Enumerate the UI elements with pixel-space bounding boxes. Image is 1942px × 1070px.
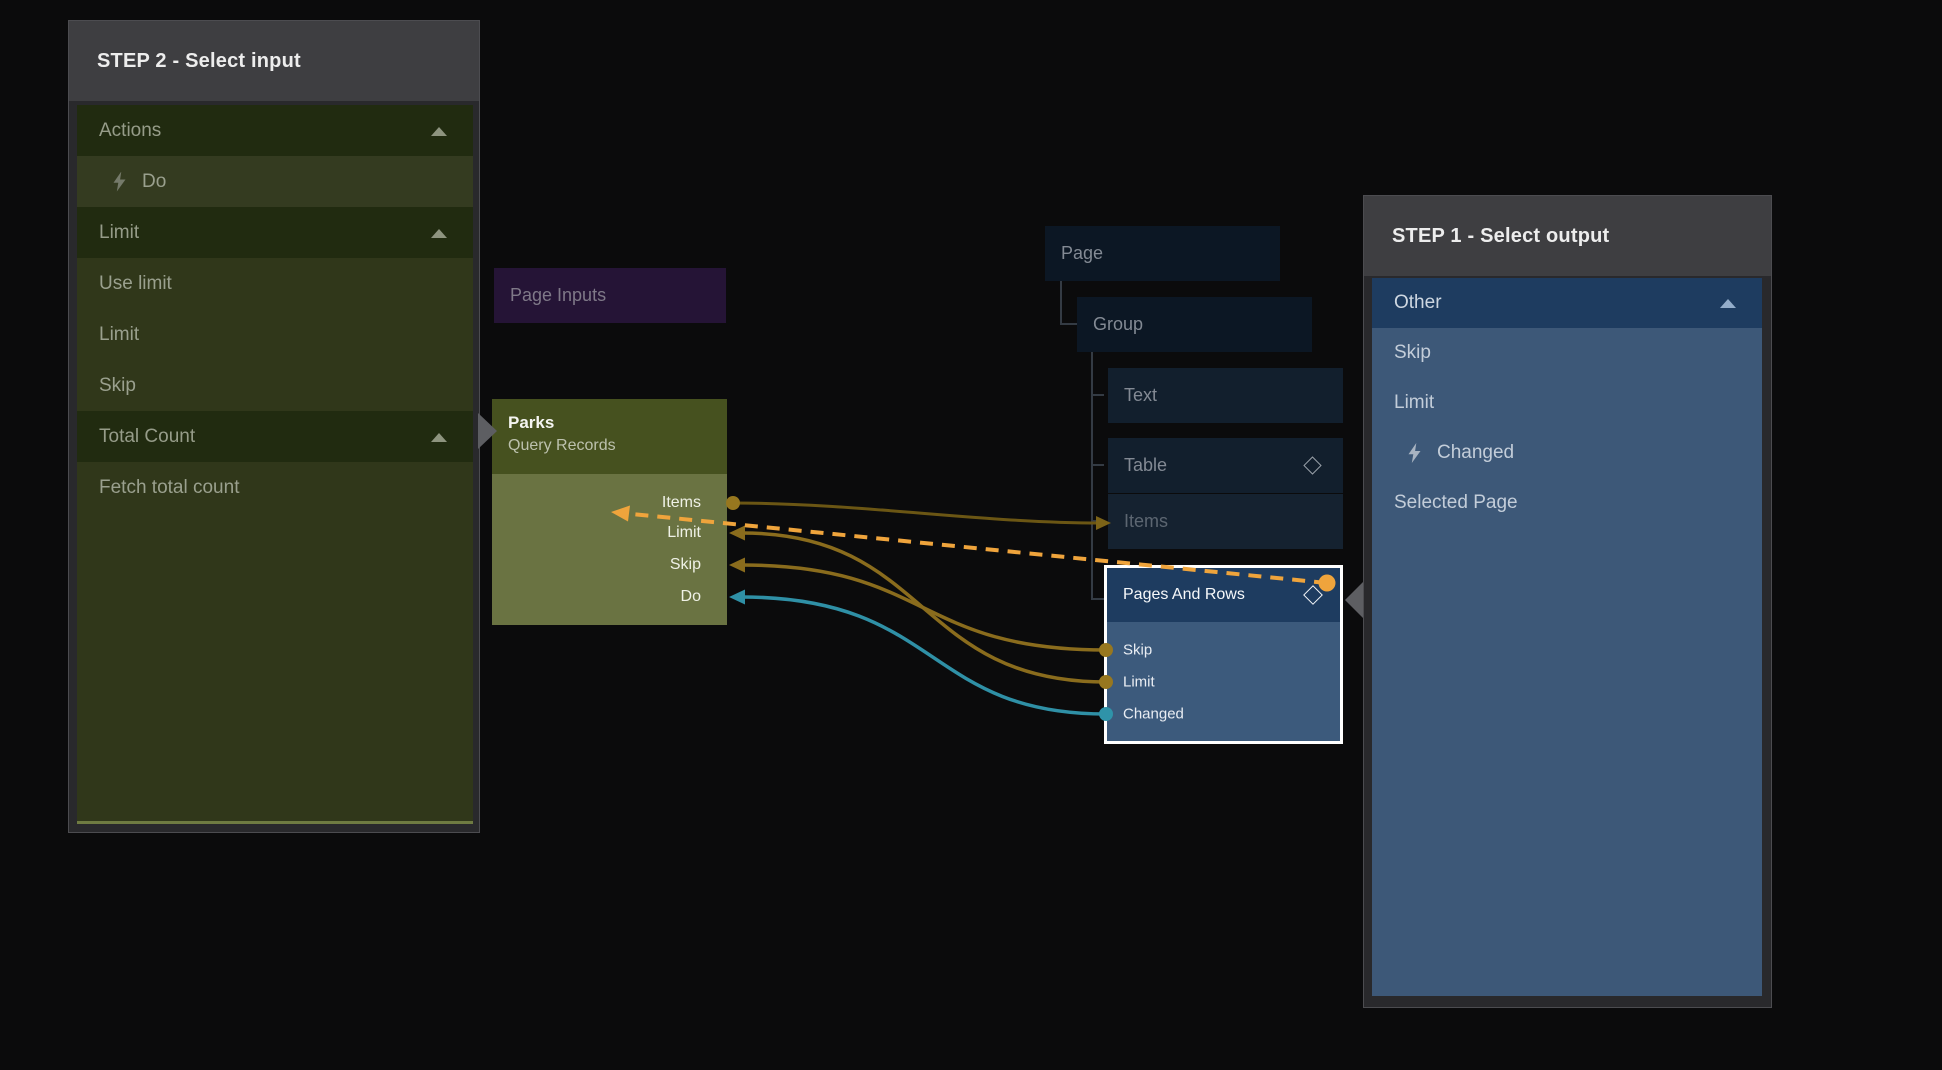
tree-connector-line: [1060, 323, 1077, 325]
port-label-limit: Limit: [1123, 674, 1155, 691]
step2-option-list: Actions Do Limit Use limit Limit Skip To…: [77, 105, 473, 824]
tree-node-label: Table: [1124, 455, 1167, 476]
bolt-icon: [112, 172, 127, 192]
port-label-skip: Skip: [670, 556, 701, 574]
pages-and-rows-header: Pages And Rows: [1107, 568, 1340, 622]
chevron-up-icon: [431, 127, 447, 136]
option-label: Selected Page: [1394, 492, 1518, 514]
tree-node-label: Items: [1124, 511, 1168, 532]
node-title: Pages And Rows: [1123, 586, 1245, 604]
section-total-count[interactable]: Total Count: [77, 411, 473, 462]
step1-panel-pointer-caret: [1345, 582, 1363, 618]
diamond-icon: [1303, 456, 1321, 474]
option-skip[interactable]: Skip: [77, 360, 473, 411]
tree-connector-line: [1091, 464, 1104, 466]
diamond-icon: [1303, 585, 1323, 605]
section-label: Limit: [99, 222, 139, 244]
pages-and-rows-node[interactable]: Pages And Rows Skip Limit Changed: [1104, 565, 1343, 744]
page-inputs-node[interactable]: Page Inputs: [494, 268, 726, 323]
parks-query-records-node[interactable]: Parks Query Records Items Limit Skip Do: [492, 399, 727, 625]
parks-node-header: Parks Query Records: [492, 399, 727, 474]
list-bottom-accent: [77, 821, 473, 824]
tree-node-label: Group: [1093, 314, 1143, 335]
option-use-limit[interactable]: Use limit: [77, 258, 473, 309]
chevron-up-icon: [1720, 299, 1736, 308]
tree-connector-line: [1091, 352, 1093, 600]
port-handle-parks-items[interactable]: [726, 496, 740, 510]
step2-select-input-panel: STEP 2 - Select input Actions Do Limit U…: [68, 20, 480, 833]
tree-node-table[interactable]: Table: [1108, 438, 1343, 493]
tree-node-items[interactable]: Items: [1108, 494, 1343, 549]
option-skip[interactable]: Skip: [1372, 328, 1762, 378]
wire-do-changed: [742, 597, 1106, 714]
chevron-up-icon: [431, 433, 447, 442]
option-label: Limit: [1394, 392, 1434, 414]
option-fetch-total-count[interactable]: Fetch total count: [77, 462, 473, 513]
node-label: Page Inputs: [510, 285, 606, 306]
option-label: Changed: [1437, 442, 1514, 464]
step1-select-output-panel: STEP 1 - Select output Other Skip Limit …: [1363, 195, 1772, 1008]
node-subtitle: Query Records: [508, 437, 727, 455]
option-changed[interactable]: Changed: [1372, 428, 1762, 478]
port-label-do: Do: [681, 588, 701, 606]
wire-limit: [742, 533, 1106, 682]
tree-node-text[interactable]: Text: [1108, 368, 1343, 423]
tree-node-group[interactable]: Group: [1077, 297, 1312, 352]
option-label: Limit: [99, 324, 139, 346]
port-label-changed: Changed: [1123, 706, 1184, 723]
tree-node-label: Text: [1124, 385, 1157, 406]
tree-connector-line: [1060, 281, 1062, 325]
option-label: Skip: [99, 375, 136, 397]
section-other[interactable]: Other: [1372, 278, 1762, 328]
node-title: Parks: [508, 413, 727, 433]
option-label: Skip: [1394, 342, 1431, 364]
tree-connector-line: [1091, 520, 1104, 522]
tree-connector-line: [1091, 394, 1104, 396]
tree-node-page[interactable]: Page: [1045, 226, 1280, 281]
wire-items: [733, 503, 1100, 523]
bolt-icon: [1407, 443, 1422, 463]
wire-limit-arrowhead: [729, 526, 745, 541]
section-actions[interactable]: Actions: [77, 105, 473, 156]
option-limit[interactable]: Limit: [77, 309, 473, 360]
wire-skip-arrowhead: [729, 558, 745, 573]
port-label-skip: Skip: [1123, 642, 1152, 659]
step2-panel-pointer-caret: [478, 413, 497, 449]
wire-do-arrowhead: [729, 590, 745, 605]
section-label: Other: [1394, 292, 1442, 314]
section-limit[interactable]: Limit: [77, 207, 473, 258]
option-selected-page[interactable]: Selected Page: [1372, 478, 1762, 528]
wire-skip: [742, 565, 1106, 650]
port-label-limit: Limit: [667, 524, 701, 542]
chevron-up-icon: [431, 229, 447, 238]
port-label-items: Items: [662, 494, 701, 512]
option-label: Use limit: [99, 273, 172, 295]
option-do[interactable]: Do: [77, 156, 473, 207]
option-label: Do: [142, 171, 166, 193]
step1-option-list: Other Skip Limit Changed Selected Page: [1372, 278, 1762, 996]
section-label: Total Count: [99, 426, 195, 448]
section-label: Actions: [99, 120, 161, 142]
tree-node-label: Page: [1061, 243, 1103, 264]
option-label: Fetch total count: [99, 477, 239, 499]
option-limit[interactable]: Limit: [1372, 378, 1762, 428]
tree-connector-line: [1091, 598, 1104, 600]
step2-panel-title: STEP 2 - Select input: [69, 21, 479, 101]
step1-panel-title: STEP 1 - Select output: [1364, 196, 1771, 276]
